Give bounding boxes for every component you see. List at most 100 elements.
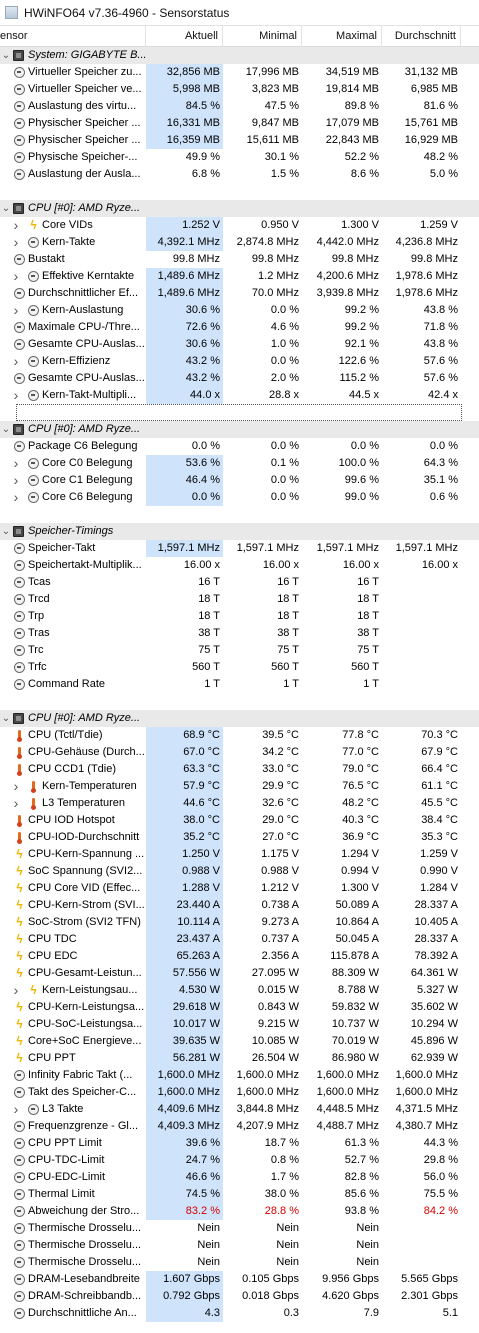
- expand-chevron-icon[interactable]: ›: [11, 217, 21, 234]
- sensor-row[interactable]: › L3 Takte 4,409.6 MHz 3,844.8 MHz 4,448.5 M…: [0, 1101, 479, 1118]
- sensor-label: Kern-Temperaturen: [42, 780, 137, 792]
- column-header-average[interactable]: Durchschnitt: [382, 26, 461, 47]
- sensor-row[interactable]: › Kern-Temperaturen 57.9 °C 29.9 °C 76.5 °C 6…: [0, 778, 479, 795]
- sensor-row[interactable]: CPU-EDC-Limit 46.6 % 1.7 % 82.8 % 56.0 %: [0, 1169, 479, 1186]
- sensor-row[interactable]: Thermische Drosselu... Nein Nein Nein: [0, 1254, 479, 1271]
- sensor-group-row[interactable]: ⌄ CPU [#0]: AMD Ryze...: [0, 200, 479, 217]
- expand-chevron-icon[interactable]: ›: [11, 302, 21, 319]
- sensor-row[interactable]: CPU-Gehäuse (Durch... 67.0 °C 34.2 °C 77.0 …: [0, 744, 479, 761]
- sensor-row[interactable]: CPU PPT Limit 39.6 % 18.7 % 61.3 % 44.3 %: [0, 1135, 479, 1152]
- sensor-row[interactable]: ϟ CPU EDC 65.263 A 2.356 A 115.878 A 78.392 A: [0, 948, 479, 965]
- current-value: 43.2 %: [146, 353, 223, 370]
- expand-chevron-icon[interactable]: ›: [11, 455, 21, 472]
- sensor-row[interactable]: › ϟ Kern-Leistungsau... 4.530 W 0.015 W 8.788…: [0, 982, 479, 999]
- sensor-row[interactable]: ϟ CPU-SoC-Leistungsa... 10.017 W 9.215 W 10.…: [0, 1016, 479, 1033]
- sensor-row[interactable]: ϟ CPU-Kern-Leistungsa... 29.618 W 0.843 W 59…: [0, 999, 479, 1016]
- sensor-row[interactable]: Frequenzgrenze - Gl... 4,409.3 MHz 4,207.9…: [0, 1118, 479, 1135]
- sensor-row[interactable]: Maximale CPU-/Thre... 72.6 % 4.6 % 99.2 % 71…: [0, 319, 479, 336]
- sensor-row[interactable]: › Kern-Takt-Multipli... 44.0 x 28.8 x 44.5 x…: [0, 387, 479, 404]
- sensor-row[interactable]: Physischer Speicher ... 16,359 MB 15,611 M…: [0, 132, 479, 149]
- sensor-row[interactable]: CPU CCD1 (Tdie) 63.3 °C 33.0 °C 79.0 °C 66.4…: [0, 761, 479, 778]
- sensor-row[interactable]: ϟ Core+SoC Energieve... 39.635 W 10.085 W 70…: [0, 1033, 479, 1050]
- sensor-row[interactable]: › Effektive Kerntakte 1,489.6 MHz 1.2 MHz 4,…: [0, 268, 479, 285]
- expand-chevron-icon[interactable]: ›: [11, 234, 21, 251]
- sensor-row[interactable]: CPU IOD Hotspot 38.0 °C 29.0 °C 40.3 °C 38.4…: [0, 812, 479, 829]
- expand-chevron-icon[interactable]: ›: [11, 387, 21, 404]
- sensor-row[interactable]: Tras 38 T 38 T 38 T: [0, 625, 479, 642]
- sensor-row[interactable]: Gesamte CPU-Auslas... 30.6 % 1.0 % 92.1 % 43…: [0, 336, 479, 353]
- sensor-row[interactable]: Durchschnittlicher Ef... 1,489.6 MHz 70.0 …: [0, 285, 479, 302]
- sensor-row[interactable]: › Kern-Takte 4,392.1 MHz 2,874.8 MHz 4,442.0…: [0, 234, 479, 251]
- expand-chevron-icon[interactable]: ›: [11, 1101, 21, 1118]
- sensor-row[interactable]: DRAM-Schreibbandb... 0.792 Gbps 0.018 Gbps…: [0, 1288, 479, 1305]
- collapse-chevron-icon[interactable]: ⌄: [1, 523, 11, 540]
- sensor-row[interactable]: Speicher-Takt 1,597.1 MHz 1,597.1 MHz 1,597…: [0, 540, 479, 557]
- sensor-group-row[interactable]: ⌄ System: GIGABYTE B...: [0, 47, 479, 64]
- sensor-row[interactable]: Thermische Drosselu... Nein Nein Nein: [0, 1220, 479, 1237]
- collapse-chevron-icon[interactable]: ⌄: [1, 710, 11, 727]
- sensor-row[interactable]: › Core C1 Belegung 46.4 % 0.0 % 99.6 % 35.1 %: [0, 472, 479, 489]
- sensor-row[interactable]: Auslastung des virtu... 84.5 % 47.5 % 89.8 …: [0, 98, 479, 115]
- sensor-row[interactable]: ϟ SoC-Strom (SVI2 TFN) 10.114 A 9.273 A 10.8…: [0, 914, 479, 931]
- sensor-row[interactable]: Auslastung der Ausla... 6.8 % 1.5 % 8.6 % 5.…: [0, 166, 479, 183]
- sensor-row[interactable]: Tcas 16 T 16 T 16 T: [0, 574, 479, 591]
- sensor-row[interactable]: Command Rate 1 T 1 T 1 T: [0, 676, 479, 693]
- sensor-row[interactable]: › Kern-Auslastung 30.6 % 0.0 % 99.2 % 43.8 %: [0, 302, 479, 319]
- sensor-row[interactable]: Speichertakt-Multiplik... 16.00 x 16.00 x 1…: [0, 557, 479, 574]
- sensor-row[interactable]: Trfc 560 T 560 T 560 T: [0, 659, 479, 676]
- sensor-row[interactable]: Thermal Limit 74.5 % 38.0 % 85.6 % 75.5 %: [0, 1186, 479, 1203]
- sensor-row[interactable]: › L3 Temperaturen 44.6 °C 32.6 °C 48.2 °C 45.…: [0, 795, 479, 812]
- sensor-row[interactable]: Trcd 18 T 18 T 18 T: [0, 591, 479, 608]
- sensor-row[interactable]: › Kern-Effizienz 43.2 % 0.0 % 122.6 % 57.6 %: [0, 353, 479, 370]
- column-header-minimum[interactable]: Minimal: [223, 26, 302, 47]
- sensor-row[interactable]: Gesamte CPU-Auslas... 43.2 % 2.0 % 115.2 % 5…: [0, 370, 479, 387]
- sensor-row[interactable]: › Core C6 Belegung 0.0 % 0.0 % 99.0 % 0.6 %: [0, 489, 479, 506]
- sensor-row[interactable]: Abweichung der Stro... 83.2 % 28.8 % 93.8 %…: [0, 1203, 479, 1220]
- sensor-row[interactable]: CPU-IOD-Durchschnitt 35.2 °C 27.0 °C 36.9 °…: [0, 829, 479, 846]
- sensor-row[interactable]: Takt des Speicher-C... 1,600.0 MHz 1,600.0…: [0, 1084, 479, 1101]
- sensor-row[interactable]: Virtueller Speicher ve... 5,998 MB 3,823 M…: [0, 81, 479, 98]
- sensor-group-row[interactable]: ⌄ CPU [#0]: AMD Ryze...: [0, 710, 479, 727]
- expand-chevron-icon[interactable]: ›: [11, 795, 21, 812]
- sensor-row[interactable]: ϟ CPU-Kern-Strom (SVI... 23.440 A 0.738 A 50…: [0, 897, 479, 914]
- sensor-row[interactable]: Physische Speicher-... 49.9 % 30.1 % 52.2 %…: [0, 149, 479, 166]
- average-value: 45.5 °C: [421, 797, 458, 809]
- expand-chevron-icon[interactable]: ›: [11, 982, 21, 999]
- sensor-row[interactable]: ϟ SoC Spannung (SVI2... 0.988 V 0.988 V 0.99…: [0, 863, 479, 880]
- sensor-row[interactable]: Bustakt 99.8 MHz 99.8 MHz 99.8 MHz 99.8 MHz: [0, 251, 479, 268]
- sensor-row[interactable]: DRAM-Lesebandbreite 1.607 Gbps 0.105 Gbps 9…: [0, 1271, 479, 1288]
- sensor-row[interactable]: › ϟ Core VIDs 1.252 V 0.950 V 1.300 V 1.259 V: [0, 217, 479, 234]
- sensor-row[interactable]: Package C6 Belegung 0.0 % 0.0 % 0.0 % 0.0 %: [0, 438, 479, 455]
- sensor-row[interactable]: ϟ CPU TDC 23.437 A 0.737 A 50.045 A 28.337 A: [0, 931, 479, 948]
- sensor-row[interactable]: ϟ CPU-Gesamt-Leistun... 57.556 W 27.095 W 88…: [0, 965, 479, 982]
- sensor-row[interactable]: Trc 75 T 75 T 75 T: [0, 642, 479, 659]
- column-header-maximum[interactable]: Maximal: [302, 26, 382, 47]
- sensor-group-row[interactable]: ⌄ CPU [#0]: AMD Ryze...: [0, 421, 479, 438]
- average-value: 84.2 %: [423, 1205, 458, 1217]
- expand-chevron-icon[interactable]: ›: [11, 268, 21, 285]
- expand-chevron-icon[interactable]: ›: [11, 778, 21, 795]
- sensor-row[interactable]: Trp 18 T 18 T 18 T: [0, 608, 479, 625]
- collapse-chevron-icon[interactable]: ⌄: [1, 47, 11, 64]
- sensor-row[interactable]: CPU (Tctl/Tdie) 68.9 °C 39.5 °C 77.8 °C 70.3…: [0, 727, 479, 744]
- sensor-row[interactable]: Physischer Speicher ... 16,331 MB 9,847 MB…: [0, 115, 479, 132]
- sensor-row[interactable]: Virtueller Speicher zu... 32,856 MB 17,996…: [0, 64, 479, 81]
- expand-chevron-icon[interactable]: ›: [11, 472, 21, 489]
- column-header-current[interactable]: Aktuell: [146, 26, 223, 47]
- sensor-row[interactable]: CPU-TDC-Limit 24.7 % 0.8 % 52.7 % 29.8 %: [0, 1152, 479, 1169]
- column-header-sensor[interactable]: ensor: [0, 26, 146, 47]
- expand-chevron-icon[interactable]: ›: [11, 489, 21, 506]
- sensor-row[interactable]: Infinity Fabric Takt (... 1,600.0 MHz 1,60…: [0, 1067, 479, 1084]
- maximum-value: 4,200.6 MHz: [316, 270, 379, 282]
- expand-chevron-icon[interactable]: ›: [11, 353, 21, 370]
- sensor-row[interactable]: › Core C0 Belegung 53.6 % 0.1 % 100.0 % 64.3 …: [0, 455, 479, 472]
- sensor-row[interactable]: ϟ CPU Core VID (Effec... 1.288 V 1.212 V 1.3…: [0, 880, 479, 897]
- collapse-chevron-icon[interactable]: ⌄: [1, 200, 11, 217]
- sensor-row[interactable]: Durchschnittliche An... 4.3 0.3 7.9 5.1: [0, 1305, 479, 1322]
- sensor-group-row[interactable]: ⌄ Speicher-Timings: [0, 523, 479, 540]
- average-value: 35.3 °C: [421, 831, 458, 843]
- sensor-row[interactable]: Thermische Drosselu... Nein Nein Nein: [0, 1237, 479, 1254]
- collapse-chevron-icon[interactable]: ⌄: [1, 421, 11, 438]
- sensor-row[interactable]: ϟ CPU-Kern-Spannung ... 1.250 V 1.175 V 1.29…: [0, 846, 479, 863]
- sensor-row[interactable]: ϟ CPU PPT 56.281 W 26.504 W 86.980 W 62.939 W: [0, 1050, 479, 1067]
